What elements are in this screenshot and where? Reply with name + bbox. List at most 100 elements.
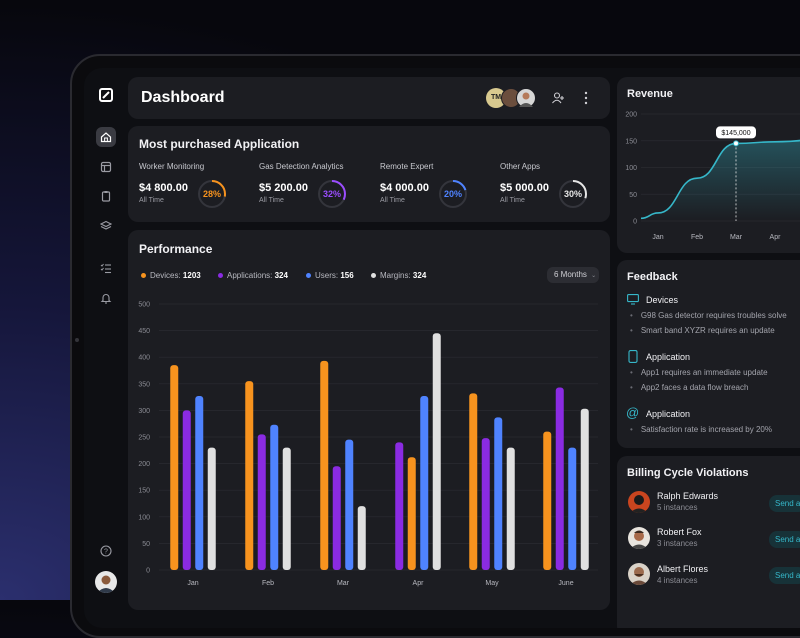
sidebar-item-checklist[interactable] (96, 258, 116, 278)
feedback-group-title: Application (646, 352, 691, 362)
bar-devices-mar[interactable] (320, 360, 329, 570)
bar-devices-feb[interactable] (245, 381, 254, 570)
performance-panel: Performance Devices: 1203 Applications: 3… (128, 230, 610, 610)
layout-icon (100, 161, 112, 173)
monitor-icon (627, 294, 639, 305)
x-tick-label: Feb (262, 580, 274, 587)
x-tick-label: Apr (413, 580, 425, 587)
avatar-group[interactable]: TM (486, 88, 542, 108)
x-tick-label: June (558, 580, 573, 587)
y-tick-label: 50 (142, 541, 150, 548)
bar-applications-jan[interactable] (182, 410, 191, 570)
bar-users-apr[interactable] (420, 396, 429, 570)
avatar (628, 527, 650, 549)
bar-margins-may[interactable] (506, 447, 515, 570)
feedback-item: G98 Gas detector requires troubles solve (630, 311, 787, 320)
bar-applications-june[interactable] (555, 387, 564, 570)
sidebar-item-notifications[interactable] (96, 288, 116, 308)
bar-applications-mar[interactable] (332, 466, 341, 570)
performance-chart: 0 50 100 150 200 250 300 350 400 450 500 Jan Feb Mar A… (138, 302, 598, 587)
billing-violations-panel: Billing Cycle Violations Ralph Edwards 5… (617, 456, 800, 628)
app-value: $5 200.00 (259, 182, 308, 194)
y-tick-label: 100 (138, 514, 150, 521)
bar-margins-feb[interactable] (282, 447, 291, 570)
bar-devices-jan[interactable] (170, 365, 179, 570)
bar-applications-feb[interactable] (257, 434, 266, 570)
send-button[interactable]: Send a (769, 567, 800, 584)
bar-applications-may[interactable] (481, 438, 490, 570)
at-icon: @ (626, 405, 640, 420)
percent-label: 20% (443, 189, 462, 199)
y-tick-label: 500 (138, 302, 150, 309)
bar-margins-june[interactable] (580, 408, 589, 570)
clipboard-icon (101, 191, 111, 202)
avatar (628, 491, 650, 513)
y-tick-label: 100 (625, 165, 637, 172)
sidebar: ? (84, 68, 128, 628)
data-point-mar[interactable] (733, 140, 739, 147)
bar-users-feb[interactable] (270, 424, 279, 570)
feedback-item: App1 requires an immediate update (630, 368, 768, 377)
app-stat-card[interactable]: Remote Expert $4 000.00 All Time 20% (380, 162, 495, 212)
sidebar-item-clipboard[interactable] (96, 186, 116, 206)
avatar (516, 88, 536, 108)
feedback-item: App2 faces a data flow breach (630, 383, 749, 392)
send-button[interactable]: Send a (769, 531, 800, 548)
help-button[interactable]: ? (96, 541, 116, 561)
feedback-group-title: Application (646, 409, 691, 419)
home-icon (100, 132, 112, 143)
app-period: All Time (259, 197, 284, 204)
bar-devices-may[interactable] (469, 393, 478, 570)
bar-devices-apr[interactable] (407, 457, 416, 570)
sidebar-item-layout[interactable] (96, 157, 116, 177)
y-tick-label: 50 (629, 192, 637, 199)
x-tick-label: May (485, 580, 499, 587)
camera-dot (75, 338, 79, 342)
help-icon: ? (100, 545, 112, 557)
revenue-panel: Revenue 0 50 100 150 200 Jan Feb Mar Apr $145,000 (617, 77, 800, 253)
section-title: Most purchased Application (139, 137, 300, 151)
x-tick-label: Feb (691, 234, 703, 241)
user-avatar[interactable] (95, 571, 117, 593)
y-tick-label: 450 (138, 328, 150, 335)
x-tick-label: Mar (730, 234, 743, 241)
more-options-icon[interactable] (583, 91, 589, 105)
app-stat-card[interactable]: Worker Monitoring $4 800.00 All Time 28% (139, 162, 254, 212)
y-tick-label: 150 (625, 138, 637, 145)
app-period: All Time (500, 197, 525, 204)
violator-name: Robert Fox (657, 527, 702, 537)
violator-instances: 5 instances (657, 503, 698, 512)
add-user-icon[interactable] (551, 91, 565, 105)
y-tick-label: 350 (138, 381, 150, 388)
bar-users-mar[interactable] (345, 439, 354, 570)
logo-icon[interactable] (99, 88, 113, 102)
y-tick-label: 200 (138, 461, 150, 468)
bar-margins-jan[interactable] (207, 447, 216, 570)
send-button[interactable]: Send a (769, 495, 800, 512)
section-title: Billing Cycle Violations (627, 467, 749, 479)
y-tick-label: 200 (625, 112, 637, 119)
bar-users-june[interactable] (568, 447, 577, 570)
bar-users-may[interactable] (494, 417, 503, 570)
app-period: All Time (380, 197, 405, 204)
x-tick-label: Apr (770, 234, 782, 241)
feedback-panel: Feedback Devices G98 Gas detector requir… (617, 260, 800, 448)
app-name: Gas Detection Analytics (259, 162, 344, 171)
y-tick-label: 400 (138, 355, 150, 362)
bar-users-jan[interactable] (195, 396, 204, 570)
app-stat-card[interactable]: Other Apps $5 000.00 All Time 30% (500, 162, 615, 212)
bar-margins-mar[interactable] (357, 506, 366, 570)
violator-instances: 4 instances (657, 576, 698, 585)
sidebar-item-home[interactable] (96, 127, 116, 147)
app-period: All Time (139, 197, 164, 204)
y-tick-label: 0 (633, 219, 637, 226)
sidebar-item-layers[interactable] (96, 216, 116, 236)
bar-devices-june[interactable] (543, 431, 552, 570)
violator-name: Albert Flores (657, 564, 709, 574)
bar-margins-apr[interactable] (432, 333, 441, 570)
percent-label: 30% (563, 189, 582, 199)
app-stat-card[interactable]: Gas Detection Analytics $5 200.00 All Ti… (259, 162, 374, 212)
percent-label: 32% (322, 189, 341, 199)
bar-applications-apr[interactable] (395, 442, 404, 570)
feedback-group-title: Devices (646, 295, 679, 305)
